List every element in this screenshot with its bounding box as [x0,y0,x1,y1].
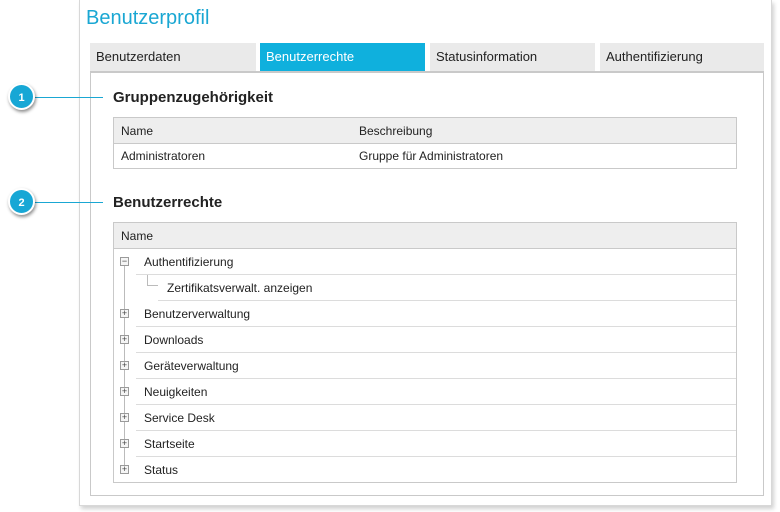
tree-node-label: Benutzerverwaltung [136,301,736,327]
user-rights-heading: Benutzerrechte [113,194,223,211]
user-rights-tree: Name − Authentifizierung Zertifikatsverw… [113,222,737,483]
tree-node-service-desk[interactable]: + Service Desk [114,405,736,431]
tree-node-downloads[interactable]: + Downloads [114,327,736,353]
tab-statusinformation[interactable]: Statusinformation [430,43,595,71]
callout-leader-line [35,202,103,203]
group-description-cell: Gruppe für Administratoren [359,149,504,163]
tree-node-label: Zertifikatsverwalt. anzeigen [158,275,736,301]
group-name-cell: Administratoren [121,149,206,163]
column-header-name[interactable]: Name [121,223,153,249]
expand-icon[interactable]: + [120,361,129,370]
tree-node-benutzerverwaltung[interactable]: + Benutzerverwaltung [114,301,736,327]
tree-node-status[interactable]: + Status [114,457,736,483]
group-membership-heading: Gruppenzugehörigkeit [113,89,274,106]
collapse-icon[interactable]: − [120,257,129,266]
expand-icon[interactable]: + [120,413,129,422]
table-header: Name Beschreibung [114,118,736,144]
page-title: Benutzerprofil [86,7,210,29]
callout-leader-line [35,97,103,98]
tree-node-label: Neuigkeiten [136,379,736,405]
expand-icon[interactable]: + [120,465,129,474]
tree-node-label: Authentifizierung [136,249,736,275]
tree-node-label: Geräteverwaltung [136,353,736,379]
callout-badge: 1 [8,83,35,110]
column-header-description[interactable]: Beschreibung [359,118,432,144]
table-header: Name [114,223,736,249]
expand-icon[interactable]: + [120,439,129,448]
tree-node-label: Downloads [136,327,736,353]
expand-icon[interactable]: + [120,309,129,318]
tree-node-startseite[interactable]: + Startseite [114,431,736,457]
tab-benutzerdaten[interactable]: Benutzerdaten [90,43,256,71]
group-membership-table: Name Beschreibung Administratoren Gruppe… [113,117,737,169]
expand-icon[interactable]: + [120,335,129,344]
tree-node-zertifikatsverwaltung[interactable]: Zertifikatsverwalt. anzeigen [114,275,736,301]
tree-node-authentifizierung[interactable]: − Authentifizierung [114,249,736,275]
tree-node-geraeteverwaltung[interactable]: + Geräteverwaltung [114,353,736,379]
expand-icon[interactable]: + [120,387,129,396]
callout-badge: 2 [8,188,35,215]
column-header-name[interactable]: Name [121,118,153,144]
tree-node-label: Status [144,463,179,477]
tree-node-label: Service Desk [136,405,736,431]
tab-benutzerrechte[interactable]: Benutzerrechte [260,43,425,71]
tree-node-neuigkeiten[interactable]: + Neuigkeiten [114,379,736,405]
tree-node-label: Startseite [136,431,736,457]
tab-authentifizierung[interactable]: Authentifizierung [600,43,764,71]
table-row[interactable]: Administratoren Gruppe für Administrator… [114,144,736,169]
